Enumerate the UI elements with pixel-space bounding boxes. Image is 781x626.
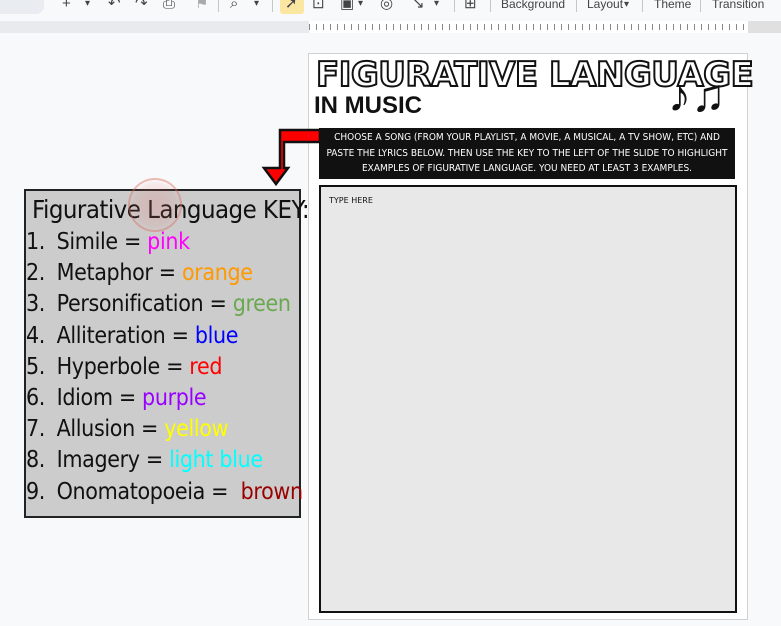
key-item-color-word: yellow [164,416,229,443]
ruler-ticks [309,24,748,30]
key-item: 5. Hyperbole = red [26,352,303,383]
image-chevron-icon[interactable]: ▾ [358,0,363,12]
figurative-language-key-box[interactable]: Figurative Language KEY: 1. Simile = pink… [24,189,310,518]
toolbar-divider [642,0,643,12]
toolbar-divider [218,0,219,12]
comment-icon[interactable]: ⊞ [464,0,477,12]
key-item-number: 6. [26,384,46,411]
zoom-icon[interactable]: ⌕ [230,0,238,12]
key-item: 1. Simile = pink [26,227,303,258]
key-item: 4. Alliteration = blue [26,321,303,352]
ruler-gap [0,14,781,21]
slide-subtitle[interactable]: IN MUSIC [314,92,422,120]
background-button[interactable]: Background [501,0,565,11]
key-item: 3. Personification = green [26,289,303,320]
paint-format-icon[interactable]: ⚑ [195,0,208,12]
toolbar-divider [576,0,577,12]
key-item-number: 4. [26,322,46,349]
layout-button[interactable]: Layout [587,0,623,11]
shape-icon[interactable]: ◎ [380,0,393,12]
key-item-color-word: green [232,291,291,318]
key-item: 8. Imagery = light blue [26,445,303,476]
new-slide-pill[interactable] [0,0,44,14]
key-item-number: 1. [26,229,46,255]
key-item-term: Personification = [56,291,233,318]
key-item-number: 9. [26,478,46,505]
key-item-color-word: light blue [169,447,263,474]
key-item-number: 8. [26,447,46,474]
toolbar-divider [490,0,491,12]
zoom-chevron-icon[interactable]: ▾ [254,0,259,12]
music-notes-icon[interactable]: ♪♫ [668,70,726,120]
key-item-number: 7. [26,416,46,443]
theme-button[interactable]: Theme [654,0,691,11]
key-item-number: 5. [26,353,46,380]
image-icon[interactable]: ▣ [340,0,354,12]
key-item-term: Onomatopoeia = [56,478,241,505]
add-slide-icon[interactable]: + [62,0,71,12]
key-list: 1. Simile = pink 2. Metaphor = orange 3. Pers… [26,227,333,508]
key-item-number: 2. [26,260,46,287]
cursor-highlight [128,178,182,232]
line-icon[interactable]: ↘ [412,0,425,12]
line-chevron-icon[interactable]: ▾ [434,0,439,12]
undo-icon[interactable]: ↶ [108,0,121,12]
type-here-placeholder: TYPE HERE [329,196,373,205]
key-item-color-word: purple [142,384,207,411]
key-item: 7. Allusion = yellow [26,414,303,445]
key-item-color-word: red [189,353,223,380]
print-icon[interactable]: ⎙ [163,0,175,12]
toolbar-divider [272,0,273,12]
lyrics-text-box[interactable]: TYPE HERE [319,185,737,613]
key-item: 6. Idiom = purple [26,383,303,414]
key-item-color-word: pink [147,229,190,255]
key-item-term: Alliteration = [56,322,195,349]
key-item: 2. Metaphor = orange [26,258,303,289]
red-arrow-shape[interactable] [260,128,322,188]
key-item-color-word: orange [181,260,253,287]
key-item: 9. Onomatopoeia = brown [26,477,303,508]
text-box-icon[interactable]: ⊡ [312,0,325,12]
key-item-term: Imagery = [56,447,170,474]
select-cursor-icon[interactable]: ➚ [285,0,298,12]
layout-chevron-icon[interactable]: ▾ [624,0,629,13]
redo-icon[interactable]: ↷ [135,0,148,12]
key-item-color-word: brown [240,478,303,505]
key-item-term: Simile = [56,229,148,255]
key-item-number: 3. [26,291,46,318]
key-item-term: Allusion = [56,416,165,443]
chevron-down-icon[interactable]: ▾ [85,0,90,12]
toolbar: + ▾ ↶ ↷ ⎙ ⚑ ⌕ ▾ ➚ ⊡ ▣ ▾ ◎ ↘ ▾ ⊞ Backgrou… [0,0,781,14]
key-item-color-word: blue [194,322,239,349]
toolbar-divider [454,0,455,12]
ruler-right-margin [748,21,781,33]
toolbar-divider [700,0,701,12]
instructions-box[interactable]: CHOOSE A SONG (FROM YOUR PLAYLIST, A MOV… [319,128,735,179]
transition-button[interactable]: Transition [712,0,764,11]
key-item-term: Hyperbole = [56,353,190,380]
key-item-term: Metaphor = [56,260,182,287]
key-item-term: Idiom = [56,384,143,411]
